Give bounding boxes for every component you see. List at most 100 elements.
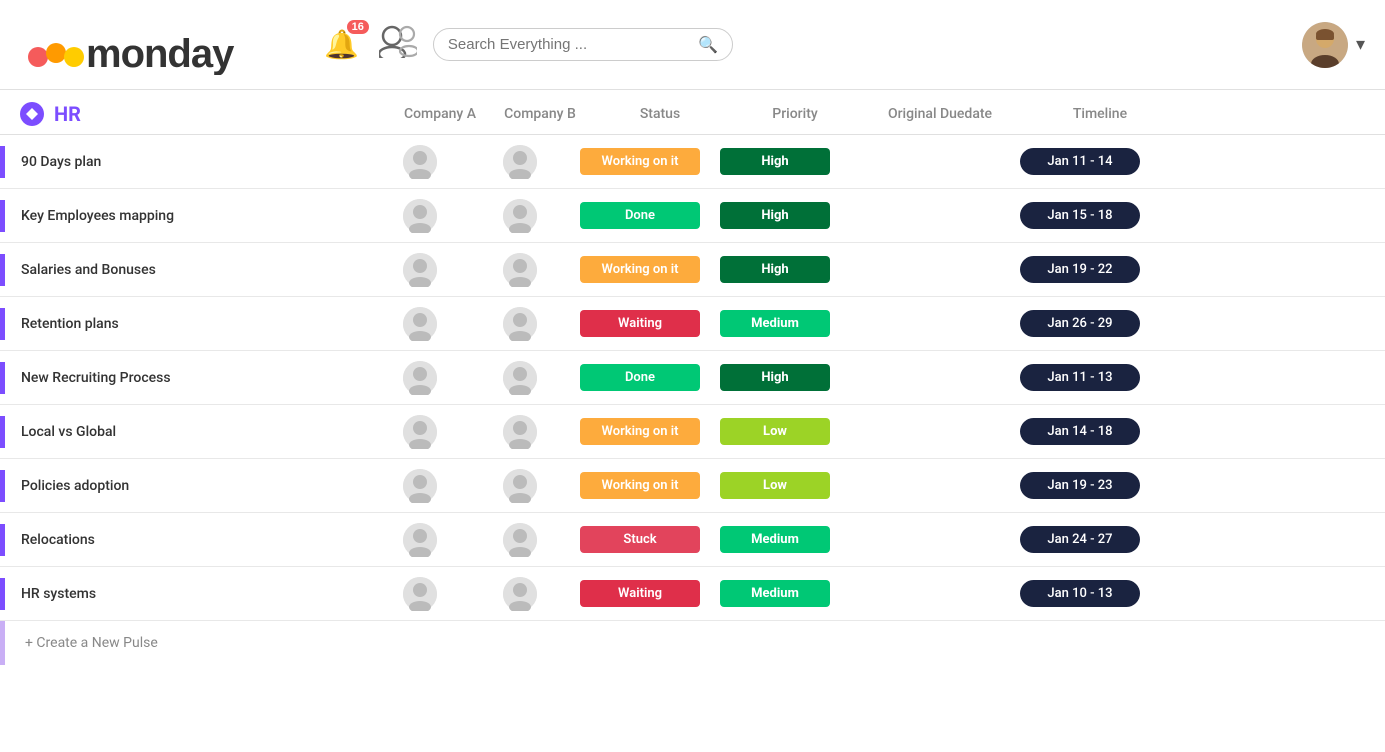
cell-company-b-3[interactable]	[470, 307, 570, 341]
board-title: HR	[54, 102, 81, 126]
header-actions: 🔔 16 🔍	[320, 24, 1282, 65]
board-title-area: HR	[20, 102, 390, 126]
table-row[interactable]: Retention plans Waiting Medium	[0, 297, 1385, 351]
cell-priority-2[interactable]: High	[710, 256, 840, 283]
status-badge-8: Waiting	[580, 580, 700, 607]
cell-status-1[interactable]: Done	[570, 202, 710, 229]
timeline-badge-7: Jan 24 - 27	[1020, 526, 1140, 553]
cell-timeline-1[interactable]: Jan 15 - 18	[1000, 202, 1160, 229]
timeline-badge-0: Jan 11 - 14	[1020, 148, 1140, 175]
cell-timeline-3[interactable]: Jan 26 - 29	[1000, 310, 1160, 337]
cell-company-a-3[interactable]	[370, 307, 470, 341]
cell-company-a-7[interactable]	[370, 523, 470, 557]
cell-status-5[interactable]: Working on it	[570, 418, 710, 445]
timeline-badge-4: Jan 11 - 13	[1020, 364, 1140, 391]
row-color-bar	[0, 470, 5, 502]
cell-status-7[interactable]: Stuck	[570, 526, 710, 553]
cell-timeline-5[interactable]: Jan 14 - 18	[1000, 418, 1160, 445]
cell-priority-7[interactable]: Medium	[710, 526, 840, 553]
search-bar[interactable]: 🔍	[433, 28, 733, 61]
col-header-company-b: Company B	[490, 106, 590, 122]
priority-badge-5: Low	[720, 418, 830, 445]
table-row[interactable]: Key Employees mapping Done High	[0, 189, 1385, 243]
cell-priority-8[interactable]: Medium	[710, 580, 840, 607]
task-name-4: New Recruiting Process	[17, 362, 370, 394]
cell-priority-3[interactable]: Medium	[710, 310, 840, 337]
person-avatar-b-8	[503, 577, 537, 611]
cell-timeline-2[interactable]: Jan 19 - 22	[1000, 256, 1160, 283]
column-headers: Company A Company B Status Priority Orig…	[390, 106, 1385, 122]
cell-status-0[interactable]: Working on it	[570, 148, 710, 175]
cell-status-2[interactable]: Working on it	[570, 256, 710, 283]
notification-badge: 16	[347, 20, 369, 34]
header-right: ▾	[1302, 22, 1365, 68]
person-avatar-a-4	[403, 361, 437, 395]
cell-company-b-2[interactable]	[470, 253, 570, 287]
person-avatar-a-5	[403, 415, 437, 449]
cell-company-a-2[interactable]	[370, 253, 470, 287]
table-row[interactable]: Local vs Global Working on it Low	[0, 405, 1385, 459]
cell-company-a-8[interactable]	[370, 577, 470, 611]
table-row[interactable]: Relocations Stuck Medium	[0, 513, 1385, 567]
task-name-3: Retention plans	[17, 308, 370, 340]
user-dropdown-arrow[interactable]: ▾	[1356, 34, 1365, 55]
team-button[interactable]	[379, 24, 417, 65]
cell-company-b-8[interactable]	[470, 577, 570, 611]
cell-company-a-6[interactable]	[370, 469, 470, 503]
row-cells-2: Working on it High Jan 19 - 22	[370, 253, 1385, 287]
svg-text:monday: monday	[86, 32, 235, 75]
create-row[interactable]: + Create a New Pulse	[0, 621, 1385, 665]
cell-company-b-7[interactable]	[470, 523, 570, 557]
cell-priority-0[interactable]: High	[710, 148, 840, 175]
cell-priority-5[interactable]: Low	[710, 418, 840, 445]
cell-company-a-5[interactable]	[370, 415, 470, 449]
status-badge-2: Working on it	[580, 256, 700, 283]
cell-timeline-4[interactable]: Jan 11 - 13	[1000, 364, 1160, 391]
cell-timeline-0[interactable]: Jan 11 - 14	[1000, 148, 1160, 175]
row-cells-1: Done High Jan 15 - 18	[370, 199, 1385, 233]
cell-priority-4[interactable]: High	[710, 364, 840, 391]
table-row[interactable]: Policies adoption Working on it L	[0, 459, 1385, 513]
person-avatar-a-0	[403, 145, 437, 179]
table-row[interactable]: New Recruiting Process Done High	[0, 351, 1385, 405]
cell-company-b-0[interactable]	[470, 145, 570, 179]
priority-badge-1: High	[720, 202, 830, 229]
cell-timeline-6[interactable]: Jan 19 - 23	[1000, 472, 1160, 499]
search-input[interactable]	[448, 36, 690, 53]
timeline-badge-8: Jan 10 - 13	[1020, 580, 1140, 607]
cell-status-4[interactable]: Done	[570, 364, 710, 391]
cell-timeline-8[interactable]: Jan 10 - 13	[1000, 580, 1160, 607]
task-name-1: Key Employees mapping	[17, 200, 370, 232]
cell-status-8[interactable]: Waiting	[570, 580, 710, 607]
status-badge-1: Done	[580, 202, 700, 229]
cell-status-6[interactable]: Working on it	[570, 472, 710, 499]
status-badge-5: Working on it	[580, 418, 700, 445]
user-avatar[interactable]	[1302, 22, 1348, 68]
notification-button[interactable]: 🔔 16	[320, 24, 363, 65]
cell-company-a-4[interactable]	[370, 361, 470, 395]
create-pulse-label[interactable]: + Create a New Pulse	[25, 635, 158, 651]
row-color-bar	[0, 308, 5, 340]
cell-company-b-5[interactable]	[470, 415, 570, 449]
cell-company-b-4[interactable]	[470, 361, 570, 395]
cell-priority-6[interactable]: Low	[710, 472, 840, 499]
cell-timeline-7[interactable]: Jan 24 - 27	[1000, 526, 1160, 553]
cell-priority-1[interactable]: High	[710, 202, 840, 229]
status-badge-3: Waiting	[580, 310, 700, 337]
person-avatar-a-1	[403, 199, 437, 233]
table-row[interactable]: HR systems Waiting Medium	[0, 567, 1385, 621]
row-color-bar	[0, 146, 5, 178]
cell-status-3[interactable]: Waiting	[570, 310, 710, 337]
table-row[interactable]: Salaries and Bonuses Working on it	[0, 243, 1385, 297]
row-cells-6: Working on it Low Jan 19 - 23	[370, 469, 1385, 503]
cell-company-b-1[interactable]	[470, 199, 570, 233]
cell-company-b-6[interactable]	[470, 469, 570, 503]
cell-company-a-0[interactable]	[370, 145, 470, 179]
logo-area: monday	[20, 15, 300, 75]
priority-badge-7: Medium	[720, 526, 830, 553]
table-row[interactable]: 90 Days plan Working on it High	[0, 135, 1385, 189]
person-avatar-b-7	[503, 523, 537, 557]
row-left-2: Salaries and Bonuses	[0, 254, 370, 286]
task-name-6: Policies adoption	[17, 470, 370, 502]
cell-company-a-1[interactable]	[370, 199, 470, 233]
